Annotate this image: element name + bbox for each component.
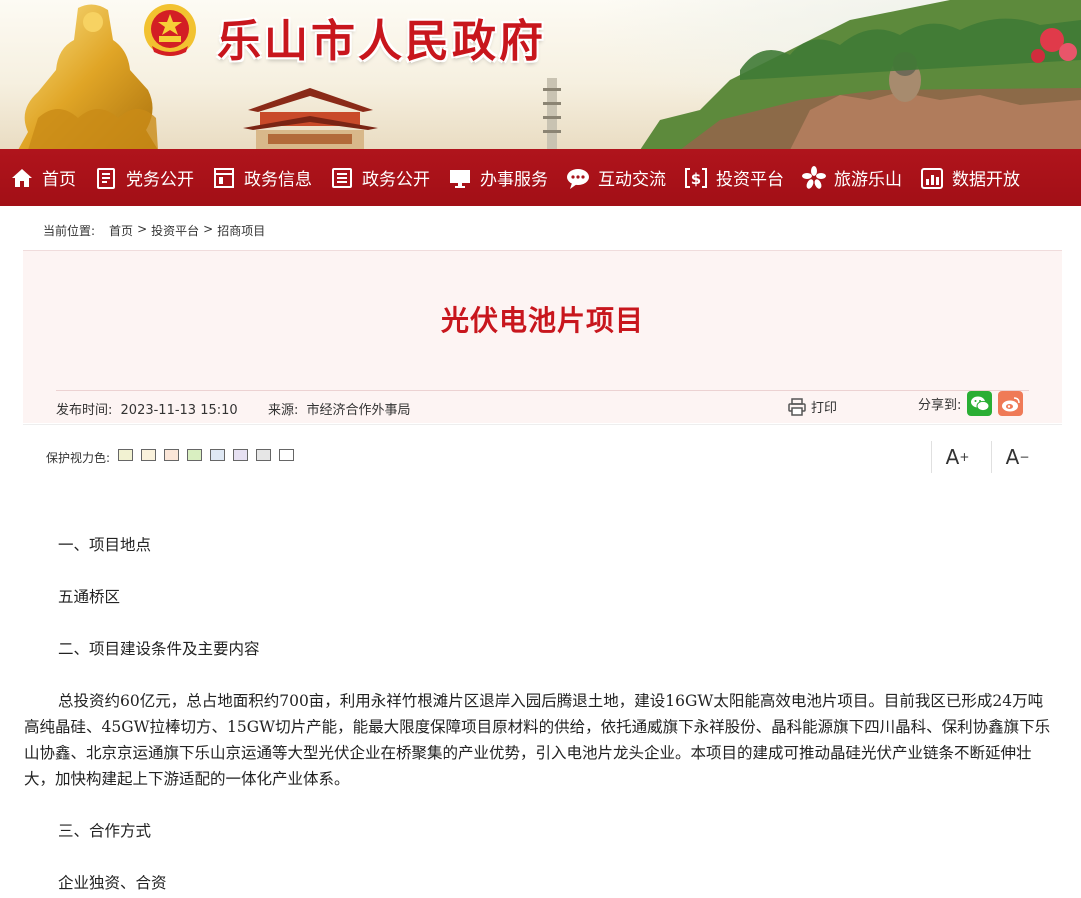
nav-item-label: 旅游乐山 (834, 170, 902, 190)
color-swatch[interactable] (141, 449, 156, 461)
font-increase-label: A (945, 445, 960, 469)
breadcrumb-link-investment[interactable]: 投资平台 (151, 222, 199, 239)
publish-time: 2023-11-13 15:10 (120, 403, 238, 418)
section-heading: 三、合作方式 (58, 822, 152, 840)
color-swatch[interactable] (279, 449, 294, 461)
home-icon (12, 168, 32, 187)
svg-text:$: $ (691, 170, 701, 188)
breadcrumb-link-projects[interactable]: 招商项目 (217, 222, 265, 239)
nav-item-party-affairs[interactable]: 党务公开 (94, 149, 194, 206)
breadcrumb-link-home[interactable]: 首页 (109, 222, 133, 239)
breadcrumb-prefix: 当前位置: (43, 224, 96, 238)
font-increase-button[interactable]: A + (931, 441, 983, 473)
printer-icon (788, 397, 806, 416)
color-swatch[interactable] (118, 449, 133, 461)
wechat-share-button[interactable] (967, 391, 993, 416)
breadcrumb-separator: > (203, 222, 214, 236)
bar-chart-icon (921, 167, 943, 189)
article-header: 光伏电池片项目 发布时间: 2023-11-13 15:10 来源: 市经济合作… (23, 250, 1062, 423)
share-label: 分享到: (918, 398, 962, 413)
font-decrease-sup: − (1019, 450, 1030, 464)
nav-item-label: 互动交流 (598, 170, 666, 190)
giant-buddha-scenery-image (640, 0, 1081, 150)
monitor-icon (450, 169, 470, 188)
nav-item-label: 投资平台 (716, 170, 784, 190)
page-title: 光伏电池片项目 (440, 304, 644, 337)
breadcrumb-separator: > (137, 222, 148, 236)
section-heading: 二、项目建设条件及主要内容 (58, 640, 260, 658)
color-swatch[interactable] (256, 449, 271, 461)
flower-icon (802, 165, 826, 189)
window-icon (214, 167, 234, 188)
eye-protection-swatches (118, 449, 294, 461)
section-heading: 一、项目地点 (58, 536, 152, 554)
nav-item-gov-disclosure[interactable]: 政务公开 (330, 149, 430, 206)
nav-item-label: 政务信息 (244, 170, 312, 190)
font-size-controls: A + A − (931, 441, 1043, 473)
nav-item-services[interactable]: 办事服务 (448, 149, 548, 206)
article-meta: 发布时间: 2023-11-13 15:10 来源: 市经济合作外事局 (56, 399, 415, 418)
font-increase-sup: + (959, 450, 970, 464)
print-label: 打印 (811, 401, 838, 416)
site-banner: 乐山市人民政府 (0, 0, 1081, 150)
nav-item-open-data[interactable]: 数据开放 (920, 149, 1020, 206)
weibo-icon (1001, 396, 1020, 411)
nav-item-home[interactable]: 首页 (10, 149, 76, 206)
paragraph: 五通桥区 (58, 588, 121, 606)
nav-item-label: 政务公开 (362, 170, 430, 190)
source-value: 市经济合作外事局 (306, 403, 411, 418)
nav-item-tourism[interactable]: 旅游乐山 (802, 149, 902, 206)
temple-image (243, 88, 378, 150)
paragraph: 企业独资、合资 (58, 874, 167, 892)
color-swatch[interactable] (164, 449, 179, 461)
article-body: 一、项目地点 五通桥区 二、项目建设条件及主要内容 总投资约60亿元，总占地面积… (24, 532, 1054, 896)
nav-item-label: 首页 (42, 170, 76, 190)
publish-time-label: 发布时间: (56, 403, 113, 418)
divider (56, 390, 1029, 391)
font-decrease-label: A (1005, 445, 1020, 469)
color-swatch[interactable] (187, 449, 202, 461)
wechat-icon (970, 396, 990, 411)
reading-tools: 保护视力色: A + A − (23, 424, 1062, 484)
nav-item-investment[interactable]: $ 投资平台 (684, 149, 784, 206)
nav-item-gov-info[interactable]: 政务信息 (212, 149, 312, 206)
pagoda-image (543, 78, 561, 150)
breadcrumb: 当前位置: 首页 > 投资平台 > 招商项目 (43, 222, 265, 239)
nav-item-label: 数据开放 (952, 170, 1020, 190)
print-button[interactable]: 打印 (788, 397, 837, 416)
nav-item-interaction[interactable]: 互动交流 (566, 149, 666, 206)
nav-item-label: 党务公开 (126, 170, 194, 190)
dollar-icon: $ (685, 167, 707, 188)
list-icon (332, 167, 352, 188)
main-nav: 首页 党务公开 政务信息 政务公开 办事服务 互动交流 $ 投资平台 旅游乐山 … (0, 149, 1081, 206)
color-swatch[interactable] (233, 449, 248, 461)
nav-item-label: 办事服务 (480, 170, 548, 190)
color-swatch[interactable] (210, 449, 225, 461)
paragraph: 总投资约60亿元，总占地面积约700亩，利用永祥竹根滩片区退岸入园后腾退土地，建… (24, 692, 1051, 788)
font-decrease-button[interactable]: A − (991, 441, 1043, 473)
national-emblem-icon (144, 4, 196, 56)
chat-icon (567, 168, 589, 189)
source-label: 来源: (267, 403, 299, 418)
share-bar: 分享到: (918, 391, 1024, 416)
eye-protection-label: 保护视力色: (46, 451, 111, 465)
weibo-share-button[interactable] (998, 391, 1024, 416)
site-title[interactable]: 乐山市人民政府 (217, 5, 546, 69)
document-icon (97, 167, 115, 189)
